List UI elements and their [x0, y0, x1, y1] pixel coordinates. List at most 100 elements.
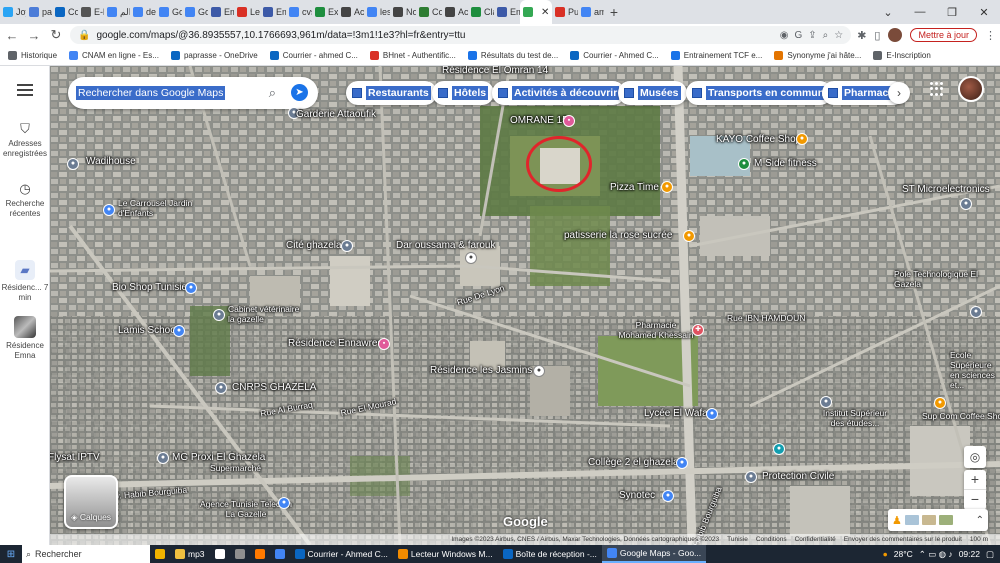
- label-ennawres[interactable]: Résidence Ennawres: [288, 338, 383, 349]
- saved-places-button[interactable]: ⛉ Adresses enregistrées: [0, 122, 50, 159]
- address-bar[interactable]: 🔒 google.com/maps/@36.8935557,10.1766693…: [70, 26, 852, 44]
- poi-pin-icon[interactable]: ●: [960, 198, 972, 210]
- chips-next-button[interactable]: ›: [888, 82, 910, 104]
- terms-link[interactable]: Conditions: [756, 536, 787, 543]
- poi-pin-icon[interactable]: ●: [215, 382, 227, 394]
- browser-tab[interactable]: ✕: [520, 0, 552, 24]
- maximize-icon[interactable]: ❐: [936, 0, 968, 24]
- extensions-icon[interactable]: ✱: [857, 29, 866, 42]
- browser-tab[interactable]: Em: [208, 0, 234, 24]
- school-pin-icon[interactable]: ●: [103, 204, 115, 216]
- category-chip[interactable]: Hôtels: [432, 81, 495, 105]
- label-institut[interactable]: Institut Supérieur des études...: [820, 408, 890, 428]
- browser-tab[interactable]: Go: [182, 0, 208, 24]
- search-icon[interactable]: ⌕: [269, 85, 276, 101]
- label-patisserie[interactable]: patisserie la rose sucrée: [564, 230, 672, 241]
- bookmark-item[interactable]: E-Inscription: [873, 51, 931, 60]
- restaurant-pin-icon[interactable]: ●: [661, 181, 673, 193]
- label-stmicro[interactable]: ST Microelectronics: [902, 184, 990, 195]
- poi-pin-icon[interactable]: ●: [213, 309, 225, 321]
- label-lycee[interactable]: Lycée El Wafa: [644, 408, 708, 419]
- bookmark-item[interactable]: Résultats du test de...: [467, 51, 558, 60]
- bookmark-item[interactable]: CNAM en ligne - Es...: [69, 51, 159, 60]
- poi-pin-icon[interactable]: ●: [970, 306, 982, 318]
- label-jasmins[interactable]: Résidence les Jasmins: [430, 365, 532, 376]
- browser-tab[interactable]: cvs: [286, 0, 312, 24]
- school-pin-icon[interactable]: ●: [173, 325, 185, 337]
- label-pole[interactable]: Pole Technologique El Gazela: [894, 269, 984, 289]
- taskbar-app[interactable]: Courrier - Ahmed C...: [290, 545, 393, 563]
- chevron-down-icon[interactable]: ⌄: [872, 0, 904, 24]
- label-rue-ibn-hamdoun[interactable]: Rue IBN HAMDOUN: [727, 313, 805, 323]
- label-college[interactable]: Collège 2 el ghazela: [588, 457, 679, 468]
- search-input[interactable]: Rechercher dans Google Maps: [76, 86, 226, 100]
- browser-tab[interactable]: pac: [26, 0, 52, 24]
- browser-tab[interactable]: Co: [52, 0, 78, 24]
- gym-pin-icon[interactable]: ●: [738, 158, 750, 170]
- recent-place-2[interactable]: Résidence Emna: [0, 316, 50, 361]
- google-apps-icon[interactable]: [930, 82, 944, 96]
- tray-icons[interactable]: ⌃ ▭ ◍ ♪: [919, 549, 953, 560]
- browser-tab[interactable]: Go: [156, 0, 182, 24]
- poi-pin-icon[interactable]: ●: [745, 471, 757, 483]
- imagery-thumb[interactable]: [921, 515, 936, 525]
- new-tab-button[interactable]: +: [604, 4, 624, 20]
- browser-tab[interactable]: Em: [494, 0, 520, 24]
- satellite-map[interactable]: Rechercher dans Google Maps ⌕ ➤ Restaura…: [50, 66, 1000, 545]
- poi-pin-icon[interactable]: ●: [533, 365, 545, 377]
- label-flysat[interactable]: Flysat IPTV: [50, 452, 100, 463]
- poi-pin-icon[interactable]: ●: [341, 240, 353, 252]
- taskbar-search[interactable]: ⌕ Rechercher: [22, 545, 150, 563]
- browser-tab[interactable]: Co: [416, 0, 442, 24]
- cafe-pin-icon[interactable]: ●: [934, 397, 946, 409]
- taskbar-app[interactable]: [230, 545, 250, 563]
- taskbar-app[interactable]: Google Maps - Goo...: [601, 545, 707, 563]
- browser-tab[interactable]: No: [390, 0, 416, 24]
- browser-tab[interactable]: Les: [234, 0, 260, 24]
- expand-icon[interactable]: ⌃: [976, 515, 984, 526]
- share-icon[interactable]: ⇪: [808, 30, 816, 41]
- zoom-in-icon[interactable]: +: [964, 470, 986, 489]
- bookmark-star-icon[interactable]: ☆: [834, 30, 843, 41]
- taskbar-app[interactable]: [150, 545, 170, 563]
- label-pizza[interactable]: Pizza Time: [610, 182, 659, 193]
- zoom-icon[interactable]: ⌕: [823, 30, 829, 41]
- bookmark-item[interactable]: Courrier - ahmed C...: [269, 51, 358, 60]
- bookmark-item[interactable]: Courrier - Ahmed C...: [570, 51, 659, 60]
- shop-pin-icon[interactable]: ●: [662, 490, 674, 502]
- sidepanel-icon[interactable]: ▯: [874, 29, 880, 42]
- my-location-button[interactable]: ◎: [964, 446, 986, 468]
- menu-kebab-icon[interactable]: ⋮: [985, 29, 996, 42]
- shop-pin-icon[interactable]: ●: [185, 282, 197, 294]
- back-icon[interactable]: ←: [4, 28, 20, 43]
- directions-icon[interactable]: ➤: [291, 84, 308, 101]
- taskbar-app[interactable]: Boîte de réception -...: [498, 545, 602, 563]
- label-pharmacie[interactable]: Pharmacie Mohamed Khessairi: [616, 320, 696, 340]
- browser-tab[interactable]: E-l: [78, 0, 104, 24]
- taskbar-app[interactable]: Lecteur Windows M...: [393, 545, 498, 563]
- account-avatar[interactable]: [958, 76, 984, 102]
- browser-tab[interactable]: Pul: [552, 0, 578, 24]
- imagery-thumb[interactable]: [938, 515, 953, 525]
- browser-tab[interactable]: Exe: [312, 0, 338, 24]
- shop-pin-icon[interactable]: ●: [278, 497, 290, 509]
- notification-icon[interactable]: ▢: [986, 549, 994, 560]
- recent-place-1[interactable]: ▰ Résidenc... 7 min: [0, 260, 50, 303]
- update-button[interactable]: Mettre à jour: [910, 28, 977, 42]
- location-icon[interactable]: ◉: [780, 30, 789, 41]
- close-tab-icon[interactable]: ✕: [541, 7, 549, 18]
- label-protection[interactable]: Protection Civile: [762, 471, 834, 482]
- taskbar-app[interactable]: [250, 545, 270, 563]
- category-chip[interactable]: Activités à découvrir: [492, 81, 626, 105]
- taskbar-app[interactable]: mp3: [170, 545, 210, 563]
- minimize-icon[interactable]: —: [904, 0, 936, 24]
- label-ecole[interactable]: Ecole Supérieure en sciences et...: [950, 350, 1000, 390]
- school-pin-icon[interactable]: ●: [706, 408, 718, 420]
- profile-avatar[interactable]: [888, 28, 903, 42]
- civic-pin-icon[interactable]: ●: [773, 443, 785, 455]
- weather-icon[interactable]: ●: [883, 549, 888, 559]
- browser-tab[interactable]: الم: [104, 0, 130, 24]
- taskbar-app[interactable]: [210, 545, 230, 563]
- browser-tab[interactable]: Cla: [468, 0, 494, 24]
- label-mg-sub[interactable]: Supermarché: [210, 463, 261, 473]
